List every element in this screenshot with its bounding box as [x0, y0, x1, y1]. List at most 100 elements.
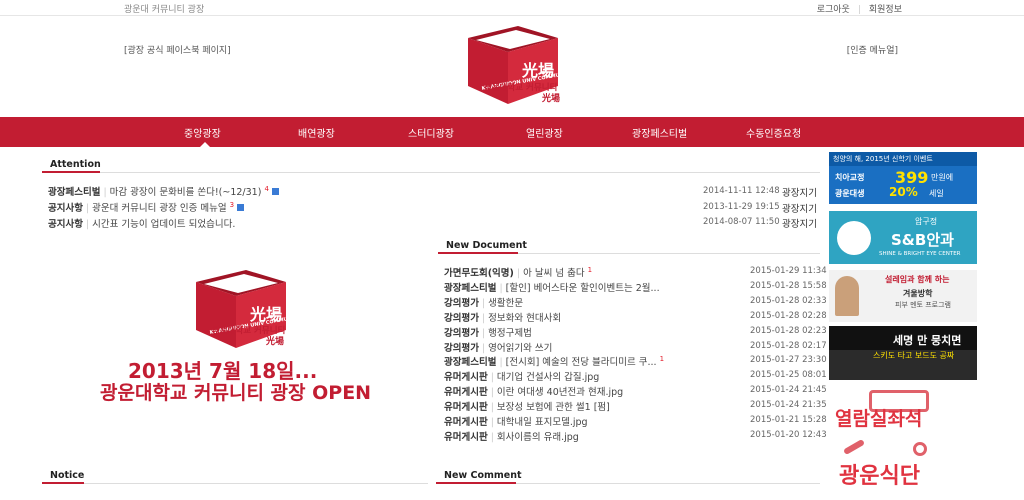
list-item[interactable]: 강의평가 | 정보화와 현대사회: [444, 310, 561, 324]
post-title[interactable]: 생활한문: [488, 298, 523, 309]
post-title[interactable]: [할인] 베어스타운 할인이벤트는 2월...: [506, 283, 660, 294]
banner-logo-hanja-small: 光場: [266, 337, 285, 347]
list-item[interactable]: 강의평가 | 영어읽기와 쓰기: [444, 340, 552, 354]
list-item[interactable]: 유머게시판 | 회사이름의 유래.jpg: [444, 429, 579, 443]
post-title[interactable]: 이란 여대생 40년전과 현재.jpg: [497, 387, 623, 398]
category-label[interactable]: 유머게시판: [444, 402, 488, 413]
post-date: 2015-01-24 21:35: [750, 400, 827, 410]
logout-link[interactable]: 로그아웃: [813, 5, 854, 15]
list-item[interactable]: 강의평가 | 행정구제법: [444, 325, 532, 339]
post-date: 2015-01-28 02:17: [750, 341, 827, 351]
list-item[interactable]: 강의평가 | 생활한문: [444, 295, 523, 309]
ad-text: 세일: [929, 189, 944, 198]
post-title[interactable]: 대학내일 표지모델.jpg: [497, 417, 588, 428]
category-label[interactable]: 유머게시판: [444, 387, 488, 398]
post-date: 2014-08-07 11:50: [703, 217, 780, 227]
divider: |: [103, 187, 107, 198]
category-label[interactable]: 유머게시판: [444, 417, 488, 428]
nav-item-open[interactable]: 열린광장: [526, 125, 563, 140]
category-label[interactable]: 공지사항: [48, 219, 83, 230]
post-title[interactable]: 회사이름의 유래.jpg: [497, 432, 579, 443]
list-item[interactable]: 유머게시판 | 이란 여대생 40년전과 현재.jpg: [444, 384, 623, 398]
post-date: 2015-01-20 12:43: [750, 430, 827, 440]
eye-center-ad[interactable]: 압구정 S&B안과 SHINE & BRIGHT EYE CENTER: [829, 211, 977, 264]
post-title[interactable]: 보장성 보험에 관한 썰1 [펌]: [497, 402, 610, 413]
list-item[interactable]: 공지사항 | 광운대 커뮤니티 광장 인증 메뉴얼 3: [48, 200, 245, 214]
divider: |: [481, 298, 486, 309]
category-label[interactable]: 광장페스티벌: [48, 187, 100, 198]
category-label[interactable]: 강의평가: [444, 343, 479, 354]
ad-text: 겨울방학: [903, 289, 933, 298]
post-title[interactable]: 정보화와 현대사회: [488, 313, 561, 324]
category-label[interactable]: 공지사항: [48, 203, 83, 214]
auth-manual-link[interactable]: [인증 메뉴얼]: [847, 43, 898, 56]
category-label[interactable]: 강의평가: [444, 298, 479, 309]
post-date: 2015-01-27 23:30: [750, 355, 827, 365]
site-name[interactable]: 광운대 커뮤니티 광장: [124, 2, 204, 15]
list-item[interactable]: 광장페스티벌 | [전시회] 예술의 전당 블라디미르 쿠... 1: [444, 354, 664, 368]
divider: [42, 483, 428, 484]
nav-item-central[interactable]: 중앙광장: [184, 125, 221, 140]
category-label[interactable]: 광장페스티벌: [444, 357, 496, 368]
ad-text: 치아교정: [835, 173, 865, 182]
post-title[interactable]: 영어읽기와 쓰기: [488, 343, 552, 354]
list-item[interactable]: 공지사항 | 시간표 기능이 업데이트 되었습니다.: [48, 216, 235, 230]
divider: |: [490, 402, 494, 413]
post-title[interactable]: 대기업 건설사의 갑질.jpg: [497, 372, 599, 383]
facebook-page-link[interactable]: [광장 공식 페이스북 페이지]: [124, 43, 231, 56]
category-label[interactable]: 광장페스티벌: [444, 283, 496, 294]
ad-text: 압구정: [915, 217, 938, 226]
list-item[interactable]: 가면무도회(익명) | 아 날씨 넘 춥다 1: [444, 265, 592, 279]
divider: |: [85, 203, 90, 214]
post-title[interactable]: 마감 광장이 문화비를 쏜다!(~12/31): [110, 187, 262, 198]
nav-item-festival[interactable]: 광장페스티벌: [632, 125, 687, 140]
orthodontic-ad[interactable]: 청양의 해, 2015년 신학기 이벤트 치아교정 399 만원에 광운대생 2…: [829, 152, 977, 204]
skin-program-ad[interactable]: 설레임과 함께 하는 겨울방학 피부 멘토 프로그램: [829, 270, 977, 322]
comment-count: 3: [229, 200, 235, 209]
reading-room-seats-link[interactable]: 열람실좌석: [829, 384, 977, 440]
post-date: 2015-01-29 11:34: [750, 266, 827, 276]
ad-text: 스키도 타고 보드도 공짜: [873, 351, 955, 360]
post-date: 2015-01-21 15:28: [750, 415, 827, 425]
category-label[interactable]: 가면무도회(익명): [444, 268, 514, 279]
list-item[interactable]: 유머게시판 | 대학내일 표지모델.jpg: [444, 414, 588, 428]
post-author[interactable]: 광장지기: [782, 201, 817, 215]
divider: |: [490, 372, 494, 383]
divider: |: [857, 5, 861, 15]
category-label[interactable]: 유머게시판: [444, 372, 488, 383]
ad-title: 청양의 해, 2015년 신학기 이벤트: [829, 152, 977, 166]
logo-hanja-small: 光場: [542, 94, 561, 104]
category-label[interactable]: 강의평가: [444, 313, 479, 324]
post-title[interactable]: [전시회] 예술의 전당 블라디미르 쿠...: [506, 357, 657, 368]
ad-text: 광운식단: [839, 464, 920, 489]
ad-text: 광운대생: [835, 189, 865, 198]
post-date: 2015-01-28 02:33: [750, 296, 827, 306]
list-item[interactable]: 광장페스티벌 | [할인] 베어스타운 할인이벤트는 2월...: [444, 280, 660, 294]
post-title[interactable]: 아 날씨 넘 춥다: [523, 268, 585, 279]
divider: [42, 482, 84, 484]
ad-text: 열람실좌석: [835, 408, 923, 430]
nav-item-auth-request[interactable]: 수동인증요청: [746, 125, 801, 140]
list-item[interactable]: 유머게시판 | 대기업 건설사의 갑질.jpg: [444, 369, 599, 383]
category-label[interactable]: 유머게시판: [444, 432, 488, 443]
post-title[interactable]: 행정구제법: [488, 328, 532, 339]
ski-ad[interactable]: 세명 만 뭉치면 스키도 타고 보드도 공짜: [829, 326, 977, 380]
cafeteria-menu-link[interactable]: 광운식단: [829, 440, 977, 500]
divider: |: [481, 328, 486, 339]
post-title[interactable]: 광운대 커뮤니티 광장 인증 메뉴얼: [92, 203, 226, 214]
ad-text: 세명 만 뭉치면: [893, 334, 962, 347]
post-author[interactable]: 광장지기: [782, 185, 817, 199]
category-label[interactable]: 강의평가: [444, 328, 479, 339]
list-item[interactable]: 유머게시판 | 보장성 보험에 관한 썰1 [펌]: [444, 399, 610, 413]
post-author[interactable]: 광장지기: [782, 216, 817, 230]
list-item[interactable]: 광장페스티벌 | 마감 광장이 문화비를 쏜다!(~12/31) 4: [48, 184, 279, 198]
divider: |: [85, 219, 90, 230]
nav-item-study[interactable]: 스터디광장: [408, 125, 454, 140]
post-date: 2015-01-24 21:45: [750, 385, 827, 395]
post-title[interactable]: 시간표 기능이 업데이트 되었습니다.: [92, 219, 235, 230]
member-info-link[interactable]: 회원정보: [865, 5, 906, 15]
divider: |: [499, 283, 503, 294]
comment-count: 1: [659, 354, 665, 363]
nav-item-dating[interactable]: 배연광장: [298, 125, 335, 140]
active-tab-indicator: [199, 142, 211, 148]
